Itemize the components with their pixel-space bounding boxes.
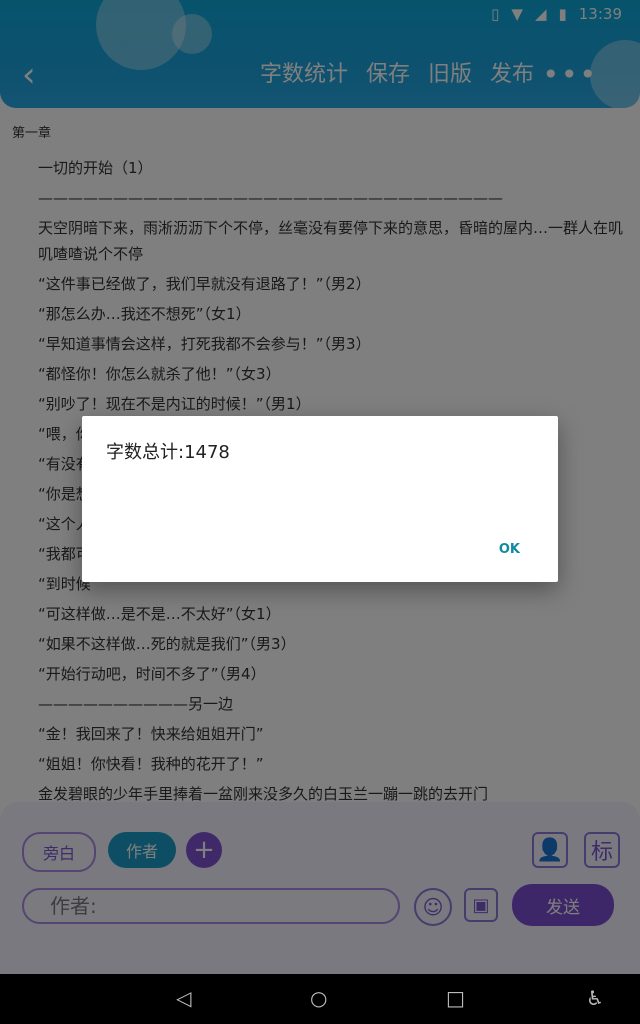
system-nav-bar: ◁ ○ □ ♿: [0, 974, 640, 1024]
ok-button[interactable]: OK: [499, 542, 520, 557]
dialog-title: 字数总计:1478: [106, 442, 230, 463]
nav-home-icon[interactable]: ○: [310, 986, 327, 1010]
nav-back-icon[interactable]: ◁: [176, 986, 191, 1010]
accessibility-icon[interactable]: ♿: [586, 986, 604, 1010]
word-count-dialog: 字数总计:1478 OK: [82, 416, 558, 582]
nav-recents-icon[interactable]: □: [446, 986, 465, 1010]
